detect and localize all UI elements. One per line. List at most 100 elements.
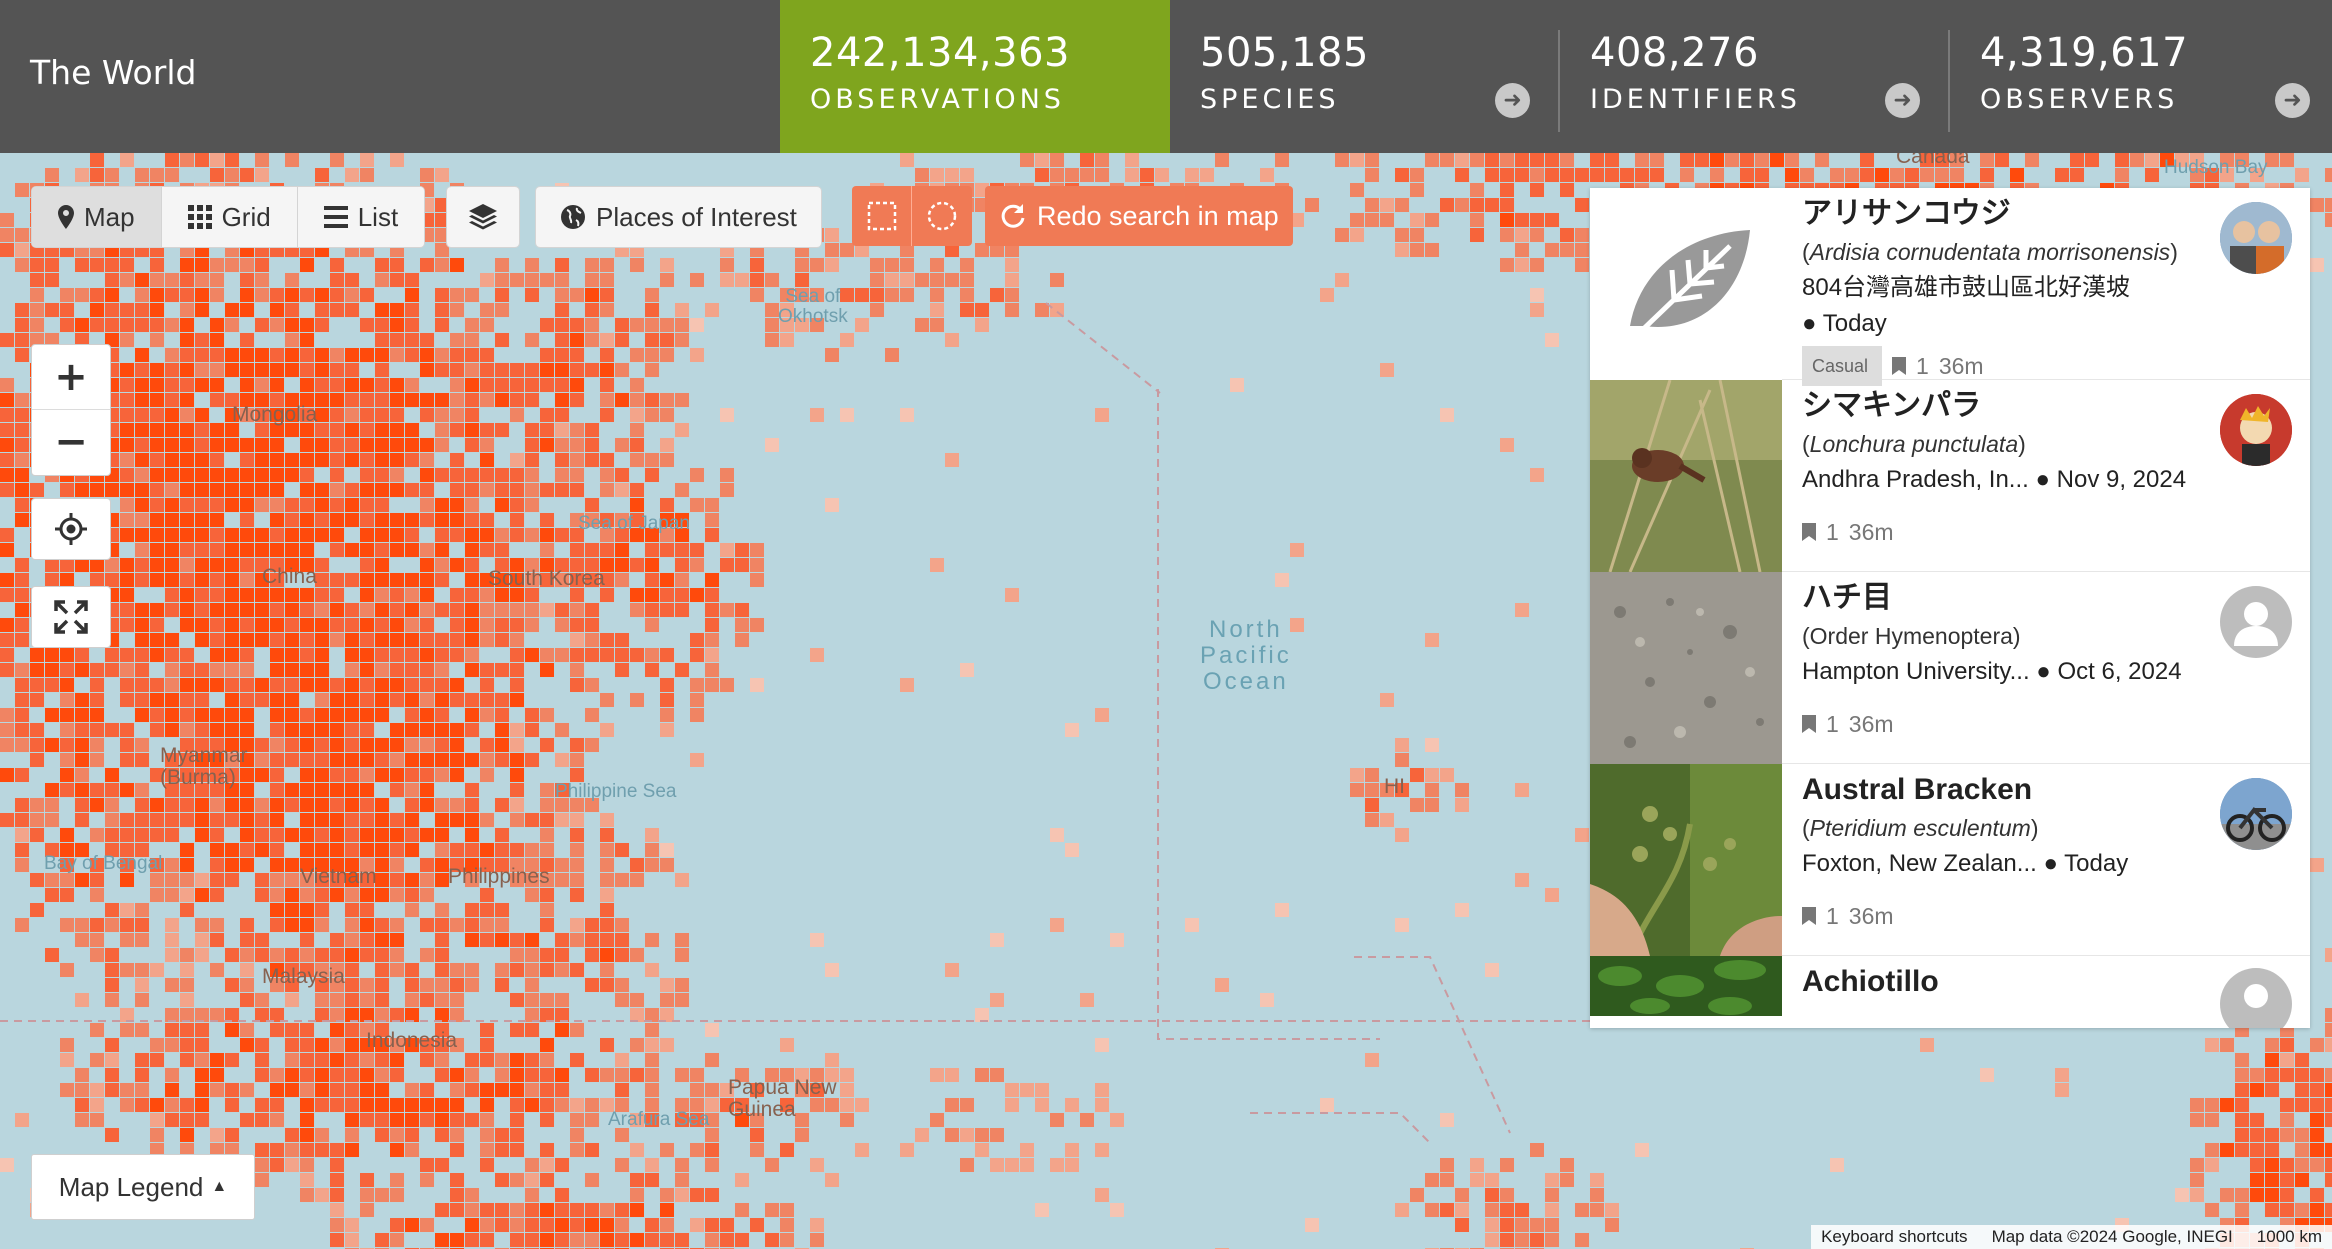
grid-cell: [375, 888, 389, 902]
grid-cell: [945, 963, 959, 977]
observation-photo[interactable]: [1590, 764, 1782, 956]
grid-cell: [1590, 1203, 1604, 1217]
observation-card[interactable]: Austral Bracken (Pteridium esculentum) F…: [1590, 764, 2310, 956]
map-data-credit[interactable]: Map data ©2024 Google, INEGI: [1992, 1227, 2233, 1247]
grid-cell: [75, 483, 89, 497]
grid-cell: [2025, 153, 2039, 167]
layers-button[interactable]: [447, 187, 519, 247]
grid-cell: [1005, 258, 1019, 272]
default-user-icon[interactable]: [2220, 968, 2292, 1028]
grid-cell: [1500, 183, 1514, 197]
arrow-right-icon[interactable]: ➜: [2275, 83, 2310, 118]
grid-cell: [420, 513, 434, 527]
grid-cell: [240, 543, 254, 557]
zoom-in-button[interactable]: +: [32, 345, 110, 410]
my-location-button[interactable]: [31, 498, 111, 560]
grid-cell: [2295, 1098, 2309, 1112]
place-title[interactable]: The World: [30, 53, 196, 92]
list-view-button[interactable]: List: [297, 187, 425, 247]
grid-cell: [465, 693, 479, 707]
grid-cell: [135, 288, 149, 302]
grid-cell: [300, 588, 314, 602]
grid-cell: [150, 1098, 164, 1112]
observer-avatar[interactable]: [2220, 202, 2292, 274]
grid-cell: [945, 273, 959, 287]
scale-bar[interactable]: 1000 km: [2257, 1227, 2322, 1247]
grid-cell: [270, 1023, 284, 1037]
grid-cell: [210, 378, 224, 392]
grid-view-button[interactable]: Grid: [161, 187, 298, 247]
fullscreen-button[interactable]: [31, 586, 111, 648]
grid-cell: [255, 933, 269, 947]
observation-common-name[interactable]: Austral Bracken: [1802, 770, 2220, 810]
grid-cell: [540, 483, 554, 497]
grid-cell: [75, 663, 89, 677]
arrow-right-icon[interactable]: ➜: [1495, 83, 1530, 118]
stat-species[interactable]: 505,185 SPECIES ➜: [1170, 0, 1560, 153]
observation-card[interactable]: シマキンパラ (Lonchura punctulata) Andhra Prad…: [1590, 380, 2310, 572]
draw-rectangle-button[interactable]: [852, 186, 912, 246]
grid-cell: [90, 663, 104, 677]
grid-cell: [255, 798, 269, 812]
arrow-right-icon[interactable]: ➜: [1885, 83, 1920, 118]
grid-cell: [615, 333, 629, 347]
default-user-icon[interactable]: [2220, 586, 2292, 658]
observation-card[interactable]: ハチ目 (Order Hymenoptera) Hampton Universi…: [1590, 572, 2310, 764]
observation-card[interactable]: Achiotillo: [1590, 956, 2310, 1028]
observation-common-name[interactable]: シマキンパラ: [1802, 386, 2220, 426]
observation-card[interactable]: アリサンコウジ (Ardisia cornudentata morrisonen…: [1590, 188, 2310, 386]
grid-cell: [225, 438, 239, 452]
map-label-sea-of-japan: Sea of Japan: [578, 513, 690, 534]
zoom-out-button[interactable]: −: [32, 410, 110, 475]
grid-cell: [135, 903, 149, 917]
redo-search-button[interactable]: Redo search in map: [985, 186, 1293, 246]
keyboard-shortcuts-link[interactable]: Keyboard shortcuts: [1821, 1227, 1967, 1247]
grid-cell: [660, 693, 674, 707]
grid-cell: [675, 663, 689, 677]
observation-photo[interactable]: [1590, 188, 1782, 380]
grid-cell: [645, 1023, 659, 1037]
draw-circle-button[interactable]: [912, 186, 972, 246]
grid-cell: [240, 963, 254, 977]
observation-common-name[interactable]: Achiotillo: [1802, 962, 2220, 1002]
grid-cell: [780, 1233, 794, 1247]
grid-cell: [720, 468, 734, 482]
places-of-interest-button[interactable]: Places of Interest: [536, 187, 821, 247]
grid-cell: [195, 273, 209, 287]
observer-avatar[interactable]: [2220, 778, 2292, 850]
grid-cell: [75, 258, 89, 272]
grid-cell: [330, 438, 344, 452]
grid-cell: [435, 663, 449, 677]
grid-cell: [390, 783, 404, 797]
stat-observations[interactable]: 242,134,363 OBSERVATIONS: [780, 0, 1170, 153]
grid-cell: [2325, 168, 2332, 182]
observation-photo[interactable]: [1590, 380, 1782, 572]
grid-cell: [315, 513, 329, 527]
map-view-button[interactable]: Map: [32, 187, 162, 247]
grid-cell: [615, 573, 629, 587]
grid-cell: [645, 963, 659, 977]
stat-observers[interactable]: 4,319,617 OBSERVERS ➜: [1950, 0, 2332, 153]
grid-cell: [480, 528, 494, 542]
grid-cell: [435, 258, 449, 272]
grid-cell: [120, 483, 134, 497]
grid-cell: [405, 663, 419, 677]
stat-identifiers[interactable]: 408,276 IDENTIFIERS ➜: [1560, 0, 1950, 153]
grid-cell: [255, 543, 269, 557]
map-legend-button[interactable]: Map Legend ▲: [31, 1154, 255, 1220]
grid-cell: [540, 378, 554, 392]
grid-cell: [135, 1068, 149, 1082]
grid-cell: [300, 843, 314, 857]
observer-avatar[interactable]: [2220, 394, 2292, 466]
observation-photo[interactable]: [1590, 956, 1782, 1016]
grid-cell: [360, 633, 374, 647]
observation-photo[interactable]: [1590, 572, 1782, 764]
grid-cell: [105, 1038, 119, 1052]
grid-cell: [630, 408, 644, 422]
observation-common-name[interactable]: ハチ目: [1802, 578, 2220, 618]
grid-cell: [540, 708, 554, 722]
observation-common-name[interactable]: アリサンコウジ: [1802, 194, 2220, 234]
grid-cell: [645, 558, 659, 572]
grid-cell: [315, 573, 329, 587]
grid-cell: [270, 843, 284, 857]
